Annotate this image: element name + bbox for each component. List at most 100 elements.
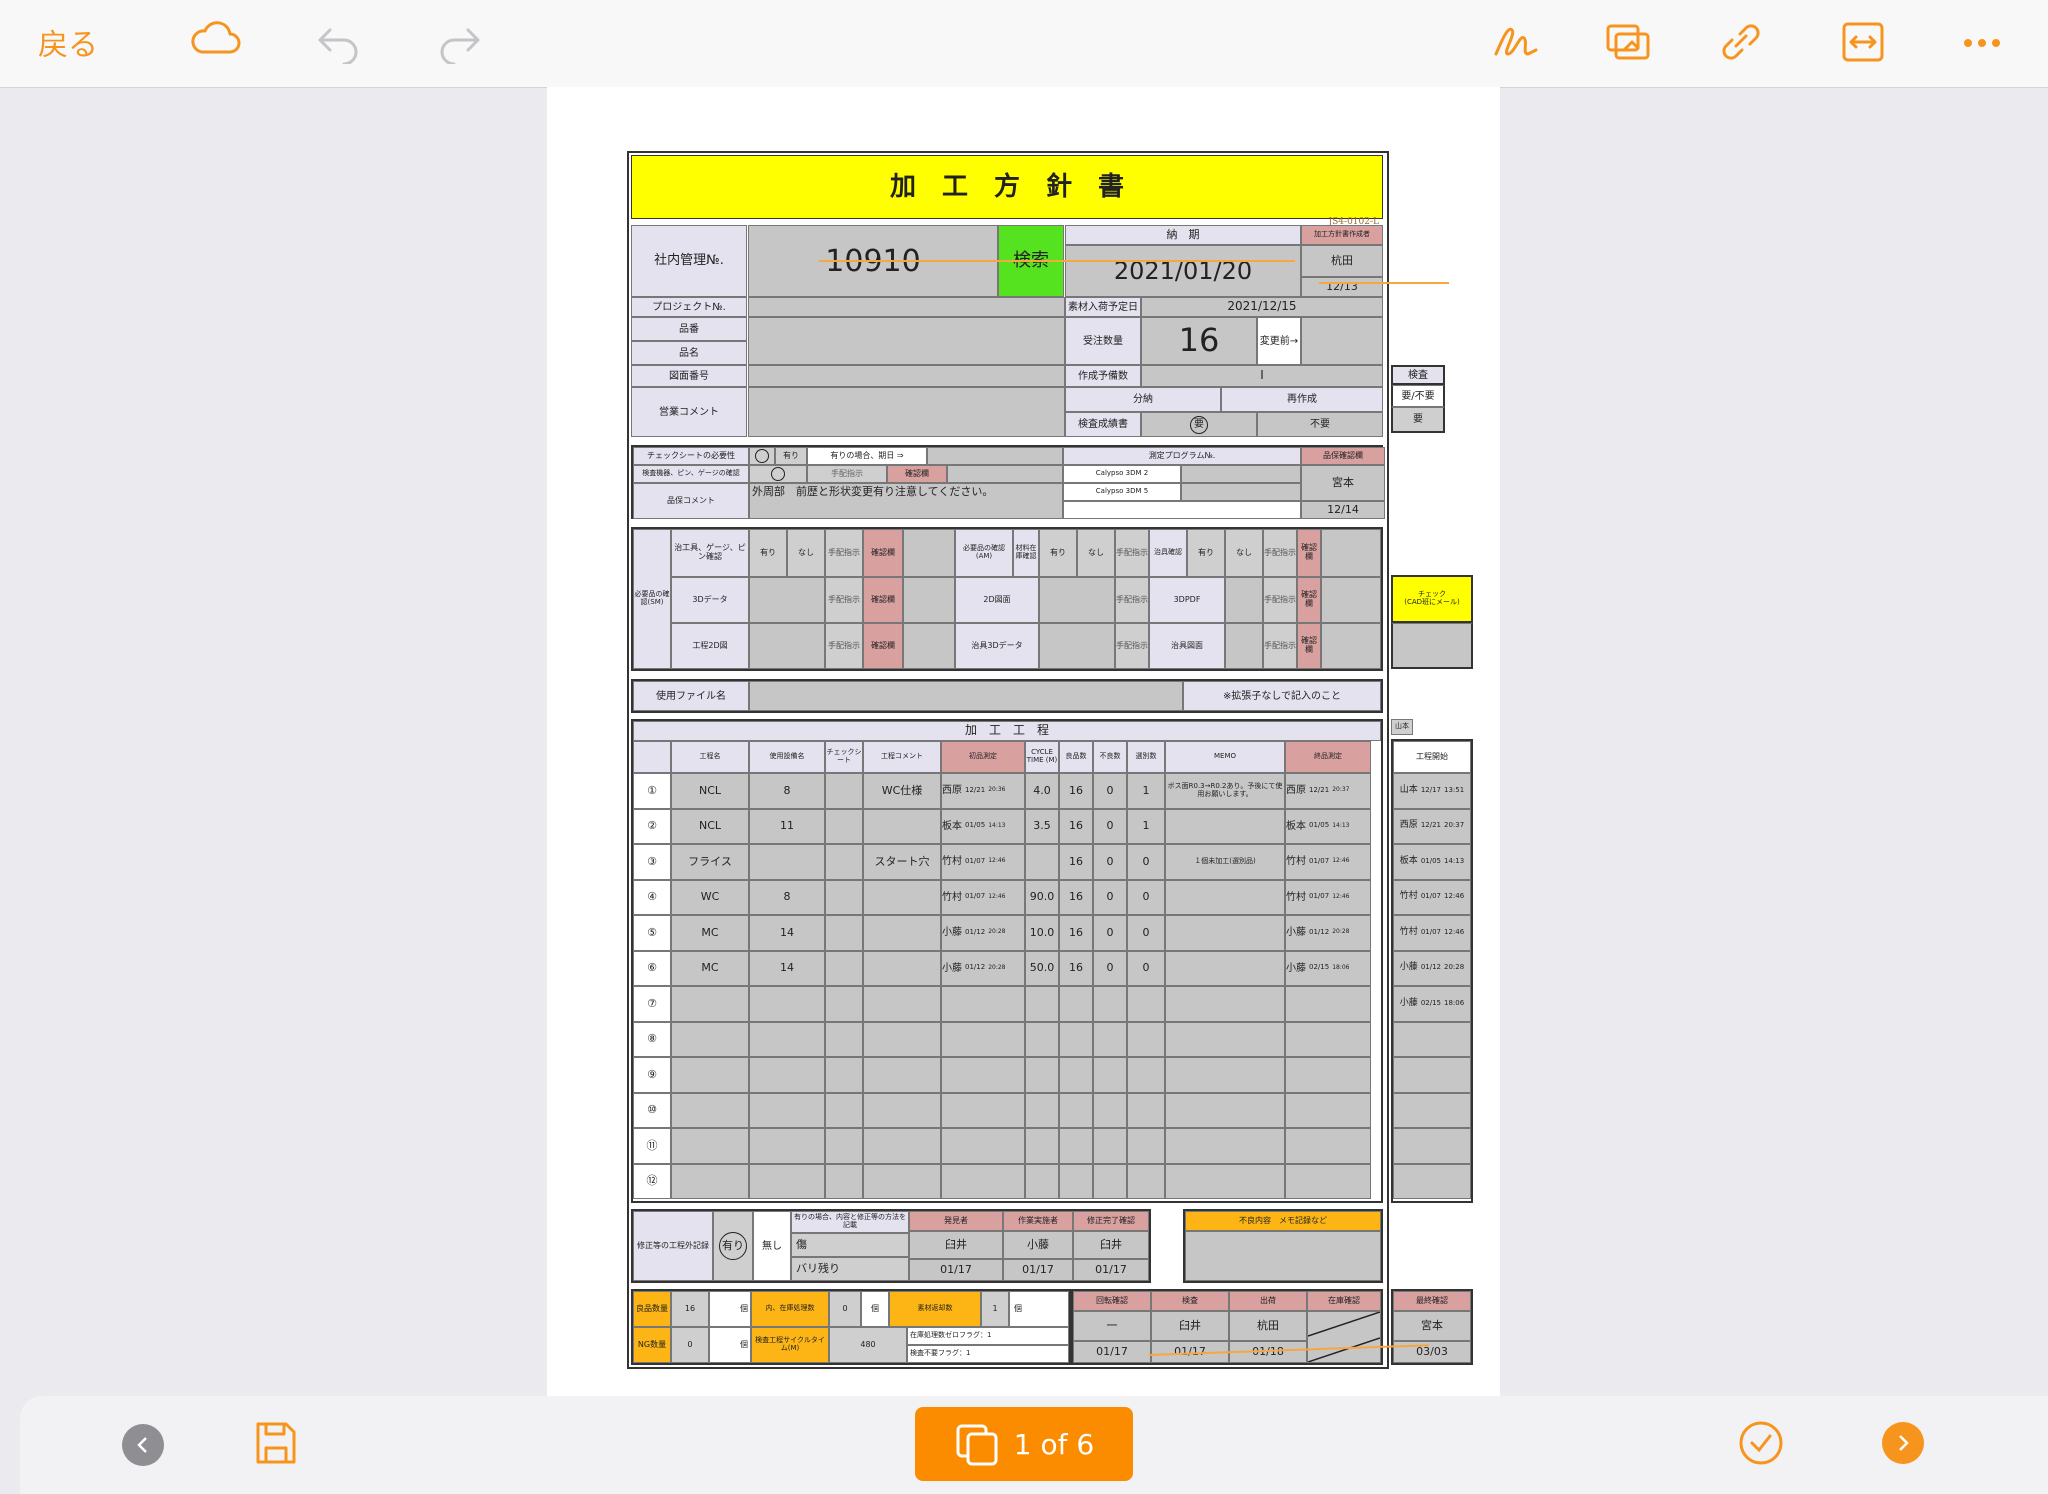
process-cell-chk[interactable] [825,915,863,951]
process-cell-name[interactable] [671,986,749,1022]
gauge-arrange[interactable]: 手配指示 [807,465,887,483]
check-sheet-date[interactable] [927,447,1063,465]
check-icon[interactable] [1738,1420,1784,1470]
process-cell-name[interactable]: NCL [671,773,749,809]
process-cell-last[interactable] [1285,1092,1371,1128]
process-cell-first[interactable] [941,1128,1025,1164]
prev-icon[interactable] [122,1424,164,1466]
more-icon[interactable] [1960,28,2004,58]
process-cell-good[interactable]: 16 [1059,773,1093,809]
process-cell-name[interactable] [671,1057,749,1093]
pen-icon[interactable] [1490,20,1540,64]
process-cell-good[interactable]: 16 [1059,915,1093,951]
process-cell-cycle[interactable] [1025,986,1059,1022]
process-cell-chk[interactable] [825,1128,863,1164]
process-cell-good[interactable]: 16 [1059,950,1093,986]
process-2d-confirm-value[interactable] [903,623,955,669]
process-cell-name[interactable] [671,1128,749,1164]
process-cell-name[interactable]: MC [671,950,749,986]
2d-drawing-value[interactable] [1039,577,1115,623]
fix-no[interactable]: 無し [753,1211,791,1281]
process-cell-last[interactable] [1285,1128,1371,1164]
am-ari[interactable]: 有り [1039,529,1077,577]
process-cell-name[interactable]: NCL [671,808,749,844]
process-cell-last[interactable]: 竹村 01/07 12:46 [1285,844,1371,880]
process-cell-equip[interactable] [749,1057,825,1093]
jig-arrange[interactable]: 手配指示 [825,529,863,577]
part-value[interactable] [748,317,1065,365]
process-cell-bad[interactable] [1093,1128,1127,1164]
process-cell-first[interactable]: 竹村 01/07 12:46 [941,879,1025,915]
process-2d-arrange[interactable]: 手配指示 [825,623,863,669]
fit-width-icon[interactable] [1840,20,1886,64]
process-cell-sel[interactable]: 0 [1127,844,1165,880]
process-cell-name[interactable] [671,1021,749,1057]
fix-content-1[interactable]: 傷 [791,1233,909,1257]
save-icon[interactable] [254,1420,298,1470]
process-cell-last[interactable]: 西原 12/21 20:37 [1285,773,1371,809]
process-start-cell[interactable]: 板本 01/05 14:13 [1393,844,1471,880]
jig2-ari[interactable]: 有り [1187,529,1225,577]
process-cell-equip[interactable] [749,1163,825,1199]
3dpdf-confirm[interactable]: 確認欄 [1297,577,1321,623]
process-cell-first[interactable] [941,1163,1025,1199]
qa-comment-value[interactable]: 外周部 前歴と形状変更有り注意してください。 [749,483,1063,519]
process-cell-comment[interactable] [863,1092,941,1128]
process-cell-bad[interactable]: 0 [1093,844,1127,880]
process-cell-memo[interactable] [1165,1128,1285,1164]
process-2d-confirm[interactable]: 確認欄 [863,623,903,669]
process-cell-comment[interactable]: スタート穴 [863,844,941,880]
jig-drawing-value[interactable] [1225,623,1263,669]
process-cell-equip[interactable] [749,1128,825,1164]
process-cell-cycle[interactable] [1025,1163,1059,1199]
process-cell-last[interactable] [1285,986,1371,1022]
process-cell-cycle[interactable]: 10.0 [1025,915,1059,951]
process-cell-memo[interactable] [1165,879,1285,915]
process-cell-comment[interactable] [863,1163,941,1199]
process-cell-name[interactable]: フライス [671,844,749,880]
process-cell-first[interactable]: 小藤 01/12 20:28 [941,950,1025,986]
check-sheet-yes[interactable]: 有り [775,447,807,465]
process-cell-equip[interactable]: 14 [749,950,825,986]
process-cell-memo[interactable]: １個未加工(選別品) [1165,844,1285,880]
check-sheet-none[interactable] [749,447,775,465]
3d-data-value[interactable] [749,577,825,623]
jig-confirm-value[interactable] [903,529,955,577]
jig2-arrange[interactable]: 手配指示 [1263,529,1297,577]
process-cell-first[interactable]: 竹村 01/07 12:46 [941,844,1025,880]
process-start-cell[interactable]: 西原 12/21 20:37 [1393,808,1471,844]
process-cell-last[interactable]: 小藤 01/12 20:28 [1285,915,1371,951]
process-cell-bad[interactable] [1093,1057,1127,1093]
process-cell-chk[interactable] [825,950,863,986]
gauge-confirm[interactable]: 確認欄 [887,465,947,483]
3dpdf-value[interactable] [1225,577,1263,623]
process-cell-first[interactable] [941,1092,1025,1128]
annotate-icon[interactable] [1604,20,1654,64]
process-cell-sel[interactable] [1127,1092,1165,1128]
process-cell-first[interactable] [941,1057,1025,1093]
process-cell-sel[interactable]: 1 [1127,808,1165,844]
process-cell-sel[interactable] [1127,1057,1165,1093]
process-cell-chk[interactable] [825,1092,863,1128]
process-cell-good[interactable]: 16 [1059,808,1093,844]
process-cell-first[interactable]: 小藤 01/12 20:28 [941,915,1025,951]
process-cell-bad[interactable]: 0 [1093,915,1127,951]
jig-drawing-arrange[interactable]: 手配指示 [1263,623,1297,669]
process-start-cell[interactable]: 小藤 02/15 18:06 [1393,986,1471,1022]
process-cell-memo[interactable] [1165,986,1285,1022]
process-cell-bad[interactable]: 0 [1093,773,1127,809]
process-cell-name[interactable] [671,1163,749,1199]
process-start-cell[interactable]: 山本 12/17 13:51 [1393,773,1471,809]
process-cell-name[interactable]: WC [671,879,749,915]
process-cell-sel[interactable] [1127,1128,1165,1164]
next-icon[interactable] [1882,1422,1924,1464]
jig-drawing-confirm[interactable]: 確認欄 [1297,623,1321,669]
cloud-icon[interactable] [188,20,242,60]
redo-icon[interactable] [436,24,482,64]
2d-drawing-arrange[interactable]: 手配指示 [1115,577,1149,623]
process-cell-name[interactable] [671,1092,749,1128]
process-cell-chk[interactable] [825,773,863,809]
process-cell-last[interactable]: 板本 01/05 14:13 [1285,808,1371,844]
process-start-cell[interactable]: 小藤 01/12 20:28 [1393,950,1471,986]
process-cell-bad[interactable]: 0 [1093,950,1127,986]
